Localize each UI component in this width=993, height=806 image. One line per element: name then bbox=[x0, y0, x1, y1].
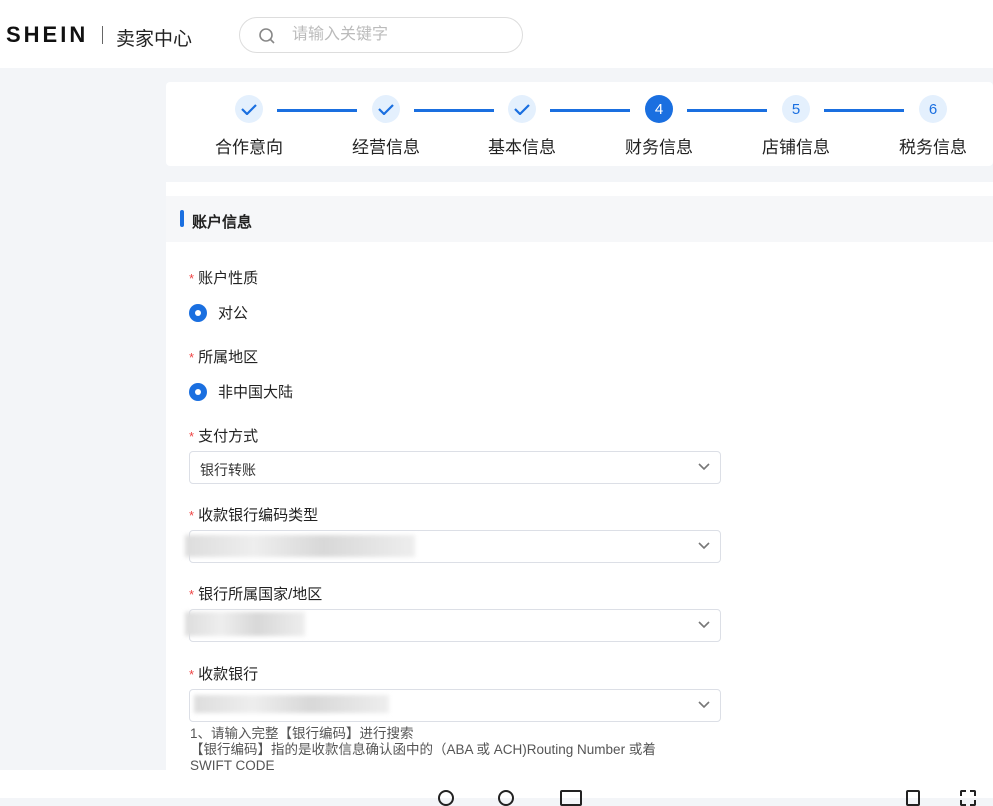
fit-icon[interactable] bbox=[560, 790, 582, 806]
step-label: 合作意向 bbox=[215, 138, 283, 157]
bank-select[interactable] bbox=[189, 689, 721, 722]
bottom-toolbar bbox=[0, 770, 993, 806]
bank-label: * 收款银行 bbox=[189, 666, 259, 683]
radio-label: 非中国大陆 bbox=[218, 384, 294, 401]
payment-label: * 支付方式 bbox=[189, 428, 259, 445]
bank-search-hint: 1、请输入完整【银行编码】进行搜索 【银行编码】指的是收款信息确认函中的（ABA… bbox=[190, 726, 656, 774]
search-icon bbox=[259, 28, 275, 44]
radio-region[interactable]: 非中国大陆 bbox=[189, 381, 293, 402]
redacted-value bbox=[185, 612, 305, 636]
hint-line: 1、请输入完整【银行编码】进行搜索 bbox=[190, 726, 414, 741]
step-label: 财务信息 bbox=[625, 138, 693, 157]
divider bbox=[102, 26, 103, 44]
radio-account-type[interactable]: 对公 bbox=[189, 302, 248, 323]
section-title: 账户信息 bbox=[192, 214, 253, 231]
bank-code-type-label: * 收款银行编码类型 bbox=[189, 507, 319, 524]
step-label: 店铺信息 bbox=[762, 138, 830, 157]
chevron-down-icon bbox=[698, 463, 710, 471]
radio-selected-icon bbox=[189, 303, 207, 322]
step-5: 5 店铺信息 bbox=[746, 95, 846, 158]
section-header: 账户信息 bbox=[166, 196, 993, 242]
step-3: 基本信息 bbox=[472, 95, 572, 158]
chevron-down-icon bbox=[698, 542, 710, 550]
check-icon bbox=[235, 95, 263, 123]
seller-center-title: 卖家中心 bbox=[116, 29, 193, 50]
fullscreen-icon[interactable] bbox=[960, 790, 976, 806]
search-box[interactable] bbox=[239, 17, 523, 53]
step-2: 经营信息 bbox=[336, 95, 436, 158]
bank-code-type-select[interactable] bbox=[185, 530, 721, 563]
step-4: 4 财务信息 bbox=[609, 95, 709, 158]
top-header: SHEIN 卖家中心 bbox=[0, 0, 993, 68]
zoom-in-icon[interactable] bbox=[498, 790, 514, 806]
select-value: 银行转账 bbox=[200, 462, 256, 478]
chevron-down-icon bbox=[698, 621, 710, 629]
account-type-label: * 账户性质 bbox=[189, 270, 259, 287]
region-label: * 所属地区 bbox=[189, 349, 259, 366]
form-card: 账户信息 * 账户性质 对公 * 所属地区 非中国大陆 * 支付方式 银行转账 * 收款… bbox=[166, 182, 993, 773]
section-accent-bar bbox=[180, 210, 184, 227]
progress-steps: 合作意向 经营信息 基本信息 4 财务信息 5 店铺信息 6 税务信息 bbox=[166, 82, 993, 166]
step-number: 5 bbox=[782, 95, 810, 123]
search-input[interactable] bbox=[292, 24, 512, 46]
step-6: 6 税务信息 bbox=[883, 95, 983, 158]
zoom-out-icon[interactable] bbox=[438, 790, 454, 806]
chevron-down-icon bbox=[698, 701, 710, 709]
step-label: 基本信息 bbox=[488, 138, 556, 157]
radio-selected-icon bbox=[189, 382, 207, 401]
payment-select[interactable]: 银行转账 bbox=[189, 451, 721, 484]
step-number: 4 bbox=[645, 95, 673, 123]
bank-country-label: * 银行所属国家/地区 bbox=[189, 586, 323, 603]
redacted-value bbox=[185, 535, 415, 557]
step-label: 经营信息 bbox=[352, 138, 420, 157]
hint-line: 【银行编码】指的是收款信息确认函中的（ABA 或 ACH)Routing Num… bbox=[190, 742, 656, 757]
redacted-value bbox=[194, 695, 389, 713]
bank-country-select[interactable] bbox=[185, 609, 721, 642]
step-number: 6 bbox=[919, 95, 947, 123]
shein-logo[interactable]: SHEIN bbox=[6, 22, 88, 48]
step-label: 税务信息 bbox=[899, 138, 967, 157]
check-icon bbox=[508, 95, 536, 123]
download-icon[interactable] bbox=[906, 790, 920, 806]
radio-label: 对公 bbox=[218, 305, 249, 322]
step-1: 合作意向 bbox=[199, 95, 299, 158]
check-icon bbox=[372, 95, 400, 123]
